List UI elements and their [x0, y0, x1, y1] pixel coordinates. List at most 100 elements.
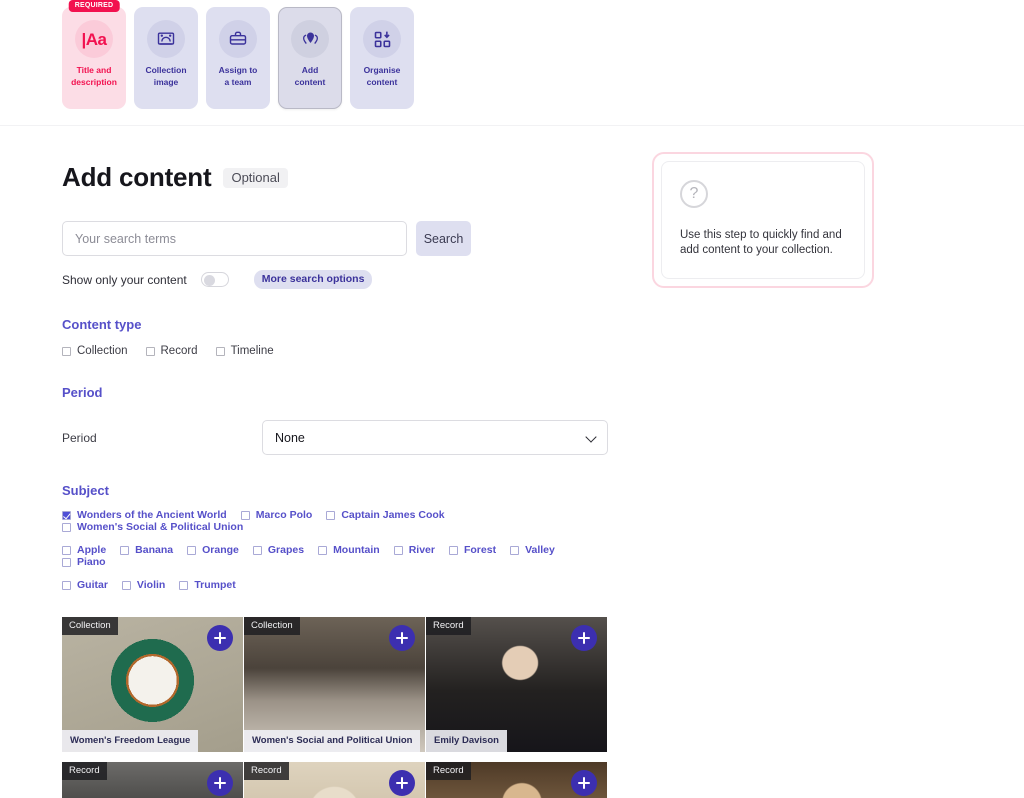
checkbox-banana[interactable]: Banana: [120, 544, 173, 556]
step-organise-content[interactable]: Organise content: [350, 7, 414, 109]
checkbox-label: Mountain: [333, 544, 380, 556]
result-type-tag: Collection: [62, 617, 118, 635]
checkbox-label: Banana: [135, 544, 174, 556]
required-badge: REQUIRED: [68, 0, 120, 12]
step-title-and-description[interactable]: REQUIRED |Aa Title and description: [62, 0, 126, 109]
checkbox-wonders-of-the-ancient-world[interactable]: Wonders of the Ancient World: [62, 509, 227, 521]
checkbox-box[interactable]: [215, 346, 225, 356]
subject-heading: Subject: [62, 483, 109, 498]
checkbox-orange[interactable]: Orange: [187, 544, 239, 556]
period-select-wrapper: None: [262, 420, 608, 455]
result-card[interactable]: Collection Women's Freedom League: [62, 617, 243, 752]
grid-sort-icon: [363, 20, 401, 58]
add-to-collection-button[interactable]: [571, 625, 597, 651]
checkbox-box[interactable]: [121, 580, 131, 590]
step-label: Title and description: [71, 65, 117, 87]
checkbox-womens-social-and-political-union[interactable]: Women's Social & Political Union: [62, 521, 243, 533]
checkbox-box[interactable]: [120, 545, 130, 555]
result-card[interactable]: Record Emily Davison: [426, 617, 607, 752]
step-assign-to-a-team[interactable]: Assign to a team: [206, 7, 270, 109]
checkbox-label: Record: [160, 345, 198, 357]
checkbox-box[interactable]: [179, 580, 189, 590]
result-type-tag: Record: [426, 617, 471, 635]
checkbox-box[interactable]: [393, 545, 403, 555]
checkbox-valley[interactable]: Valley: [510, 544, 555, 556]
checkbox-apple[interactable]: Apple: [62, 544, 106, 556]
add-to-collection-button[interactable]: [389, 625, 415, 651]
checkbox-label: Grapes: [267, 544, 305, 556]
step-add-content[interactable]: Add content: [278, 7, 342, 109]
content-type-heading: Content type: [62, 317, 142, 332]
checkbox-marco-polo[interactable]: Marco Polo: [240, 509, 313, 521]
checkbox-box[interactable]: [62, 346, 71, 356]
search-bar: Search: [62, 221, 620, 256]
checkbox-record[interactable]: Record: [145, 345, 198, 357]
add-to-collection-button[interactable]: [389, 770, 415, 796]
checkbox-box[interactable]: [62, 510, 71, 520]
show-only-your-content-label: Show only your content: [62, 272, 187, 287]
checkbox-captain-james-cook[interactable]: Captain James Cook: [326, 509, 445, 521]
search-input[interactable]: [62, 221, 407, 256]
page-header: Add content Optional: [62, 162, 620, 193]
help-panel: ? Use this step to quickly find and add …: [652, 152, 874, 288]
checkbox-box[interactable]: [187, 545, 197, 555]
subject-checkbox-group: Wonders of the Ancient World Marco Polo …: [62, 509, 620, 591]
period-select[interactable]: None: [262, 420, 608, 455]
more-search-options-button[interactable]: More search options: [253, 270, 373, 289]
text-format-icon: |Aa: [75, 20, 113, 58]
checkbox-box[interactable]: [510, 545, 520, 555]
show-only-your-content-toggle[interactable]: [200, 272, 229, 287]
checkbox-forest[interactable]: Forest: [448, 544, 497, 556]
search-button[interactable]: Search: [416, 221, 471, 256]
checkbox-label: Marco Polo: [255, 509, 313, 521]
search-options-row: Show only your content More search optio…: [62, 270, 620, 289]
checkbox-label: Forest: [463, 544, 497, 556]
checkbox-label: Captain James Cook: [341, 509, 445, 521]
result-card[interactable]: Record: [426, 762, 607, 798]
toggle-knob: [203, 274, 215, 286]
checkbox-box[interactable]: [448, 545, 458, 555]
checkbox-grapes[interactable]: Grapes: [252, 544, 305, 556]
step-label: Organise content: [363, 65, 401, 87]
result-card[interactable]: Collection Women's Social and Political …: [244, 617, 425, 752]
checkbox-box[interactable]: [145, 346, 155, 356]
checkbox-box[interactable]: [62, 580, 71, 590]
result-card[interactable]: Record: [244, 762, 425, 798]
checkbox-label: Piano: [77, 556, 106, 568]
page-title: Add content: [62, 162, 212, 192]
add-to-collection-button[interactable]: [571, 770, 597, 796]
result-type-tag: Record: [244, 762, 289, 780]
period-select-value: None: [275, 430, 305, 445]
image-icon: [147, 20, 185, 58]
result-card[interactable]: Record: [62, 762, 243, 798]
checkbox-box[interactable]: [62, 545, 71, 555]
checkbox-mountain[interactable]: Mountain: [318, 544, 380, 556]
checkbox-trumpet[interactable]: Trumpet: [179, 579, 236, 591]
add-to-collection-button[interactable]: [207, 770, 233, 796]
step-label: Assign to a team: [218, 65, 258, 87]
checkbox-label: Wonders of the Ancient World: [77, 509, 227, 521]
checkbox-guitar[interactable]: Guitar: [62, 579, 108, 591]
period-field-label: Period: [62, 430, 97, 445]
checkbox-box[interactable]: [62, 522, 71, 532]
help-text: Use this step to quickly find and add co…: [680, 229, 842, 256]
checkbox-label: Orange: [202, 544, 239, 556]
add-to-collection-button[interactable]: [207, 625, 233, 651]
checkbox-box[interactable]: [326, 510, 336, 520]
step-collection-image[interactable]: Collection image: [134, 7, 198, 109]
result-title: Emily Davison: [426, 730, 507, 752]
checkbox-river[interactable]: River: [393, 544, 435, 556]
checkbox-box[interactable]: [240, 510, 250, 520]
checkbox-box[interactable]: [252, 545, 262, 555]
checkbox-piano[interactable]: Piano: [62, 556, 106, 568]
period-field-row: Period None: [62, 420, 620, 455]
checkbox-collection[interactable]: Collection: [62, 345, 128, 357]
checkbox-timeline[interactable]: Timeline: [215, 345, 274, 357]
content-type-checkbox-group: Collection Record Timeline: [62, 345, 620, 357]
checkbox-label: Collection: [77, 345, 128, 357]
checkbox-violin[interactable]: Violin: [121, 579, 165, 591]
search-results-grid: Collection Women's Freedom League Collec…: [62, 617, 618, 798]
checkbox-box[interactable]: [62, 557, 71, 567]
page-body: Add content Optional Search Show only yo…: [0, 126, 1024, 798]
checkbox-box[interactable]: [318, 545, 328, 555]
